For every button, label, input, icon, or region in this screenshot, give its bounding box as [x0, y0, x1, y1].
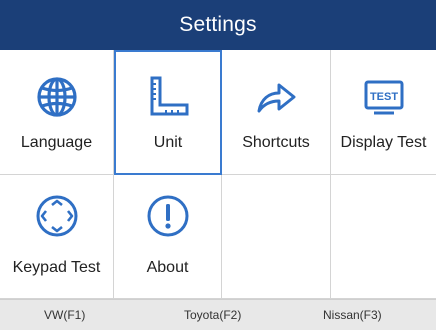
title-bar: Settings	[0, 0, 436, 50]
fkey-f2[interactable]: Toyota(F2)	[184, 308, 241, 322]
fkey-f3[interactable]: Nissan(F3)	[323, 308, 382, 322]
empty-tile	[331, 175, 436, 299]
tile-label: Language	[20, 134, 93, 151]
tile-display-test[interactable]: TEST Display Test	[331, 50, 436, 175]
test-display-icon: TEST	[361, 74, 407, 120]
tile-label: About	[146, 259, 189, 276]
tile-label: Display Test	[340, 134, 427, 151]
tile-keypad-test[interactable]: Keypad Test	[0, 175, 114, 299]
fkey-f1[interactable]: VW(F1)	[44, 308, 85, 322]
settings-screen: Settings Language Unit Shortcuts TEST Di…	[0, 0, 436, 330]
info-icon	[145, 193, 191, 239]
settings-grid: Language Unit Shortcuts TEST Display Tes…	[0, 50, 436, 299]
globe-icon	[34, 74, 80, 120]
svg-text:TEST: TEST	[369, 91, 397, 103]
page-title: Settings	[179, 13, 257, 36]
arrow-right-icon	[253, 74, 299, 120]
tile-label: Shortcuts	[242, 134, 310, 151]
tile-label: Unit	[153, 134, 183, 151]
ruler-icon	[145, 74, 191, 120]
tile-unit[interactable]: Unit	[114, 50, 222, 175]
tile-about[interactable]: About	[114, 175, 222, 299]
function-key-bar: VW(F1) Toyota(F2) Nissan(F3)	[0, 299, 436, 330]
empty-tile	[222, 175, 331, 299]
keypad-icon	[34, 193, 80, 239]
tile-shortcuts[interactable]: Shortcuts	[222, 50, 331, 175]
tile-language[interactable]: Language	[0, 50, 114, 175]
tile-label: Keypad Test	[12, 259, 101, 276]
